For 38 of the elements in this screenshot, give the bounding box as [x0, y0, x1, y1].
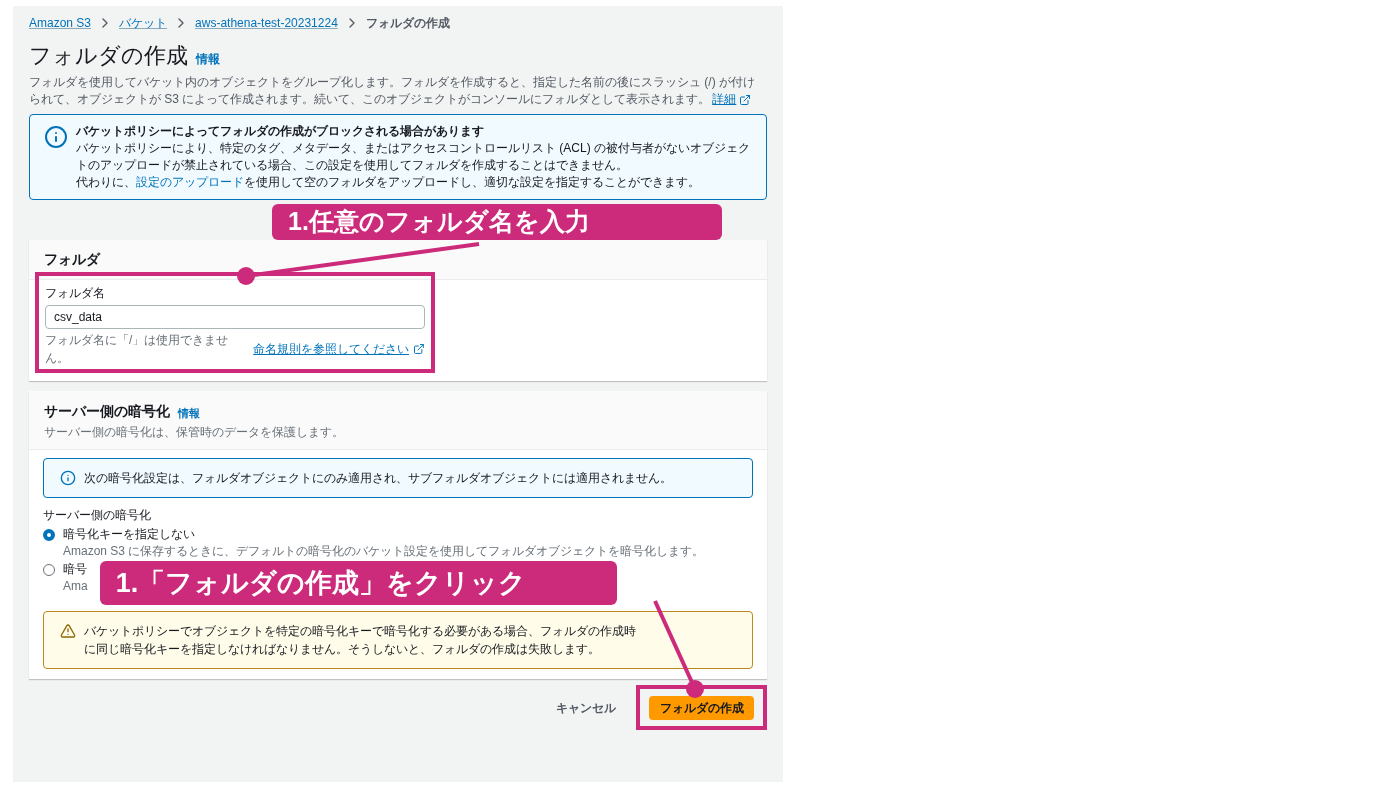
page-title: フォルダの作成	[29, 42, 188, 70]
info-link[interactable]: 情報	[196, 50, 220, 68]
create-folder-button[interactable]: フォルダの作成	[649, 696, 754, 720]
radio-label: 暗号	[63, 561, 88, 578]
warning-icon	[60, 623, 76, 639]
alert-body: 代わりに、設定のアップロードを使用して空のフォルダをアップロードし、適切な設定を指定することができます。	[76, 174, 701, 191]
breadcrumb-link[interactable]: バケット	[119, 14, 168, 32]
alert-body: バケットポリシーにより、特定のタグ、メタデータ、またはアクセスコントロールリスト (ACL) の被付与者がないオブジェクトのアップロードが禁止されている場合、この設定を使用してフォルダを作成することはできません。	[76, 140, 751, 174]
radio-button[interactable]	[43, 564, 55, 576]
breadcrumb-link[interactable]: aws-athena-test-20231224	[195, 14, 338, 32]
external-link-icon	[413, 343, 425, 355]
field-hint: フォルダ名に「/」は使用できません。	[45, 332, 230, 367]
upload-settings-link[interactable]: 設定のアップロード	[136, 175, 244, 189]
external-link-icon	[739, 93, 752, 106]
cancel-button[interactable]: キャンセル	[556, 698, 616, 717]
details-link[interactable]: 詳細	[712, 92, 737, 106]
field-label: フォルダ名	[45, 285, 106, 302]
group-label: サーバー側の暗号化	[43, 507, 152, 524]
page-description: フォルダを使用してバケット内のオブジェクトをグループ化します。フォルダを作成すると、指定した名前の後にスラッシュ (/) が付けられて、オブジェクトが S3 によって作成されます。続いて、このオブジェクトがコンソールにフォルダとして表示されます。 詳細	[29, 74, 756, 108]
radio-description: Ama	[63, 578, 88, 594]
alert-text: バケットポリシーでオブジェクトを特定の暗号化キーで暗号化する必要がある場合、フォルダの作成時に同じ暗号化キーを指定しなければなりません。そうしないと、フォルダの作成は失敗します。	[84, 623, 637, 658]
info-icon	[60, 470, 76, 486]
callout-label: 1.「フォルダの作成」をクリック	[99, 561, 617, 605]
info-icon	[44, 125, 68, 149]
radio-label: 暗号化キーを指定しない	[63, 526, 196, 543]
panel-description: サーバー側の暗号化は、保管時のデータを保護します。	[44, 424, 345, 441]
naming-rules-link[interactable]: 命名規則を参照してください	[253, 340, 410, 358]
alert-text: 次の暗号化設定は、フォルダオブジェクトにのみ適用され、サブフォルダオブジェクトには適用されません。	[84, 470, 672, 487]
info-link[interactable]: 情報	[178, 404, 200, 421]
panel-title: フォルダ	[44, 250, 100, 269]
breadcrumb-link[interactable]: Amazon S3	[29, 14, 92, 32]
folder-name-input[interactable]: csv_data	[45, 305, 425, 329]
breadcrumb-current: フォルダの作成	[365, 15, 450, 32]
radio-button[interactable]	[43, 529, 55, 541]
panel-title: サーバー側の暗号化	[44, 402, 170, 421]
radio-description: Amazon S3 に保存するときに、デフォルトの暗号化のバケット設定を使用してフォルダオブジェクトを暗号化します。	[63, 543, 705, 559]
callout-label: 1.任意のフォルダ名を入力	[272, 204, 722, 240]
alert-title: バケットポリシーによってフォルダの作成がブロックされる場合があります	[76, 123, 485, 140]
